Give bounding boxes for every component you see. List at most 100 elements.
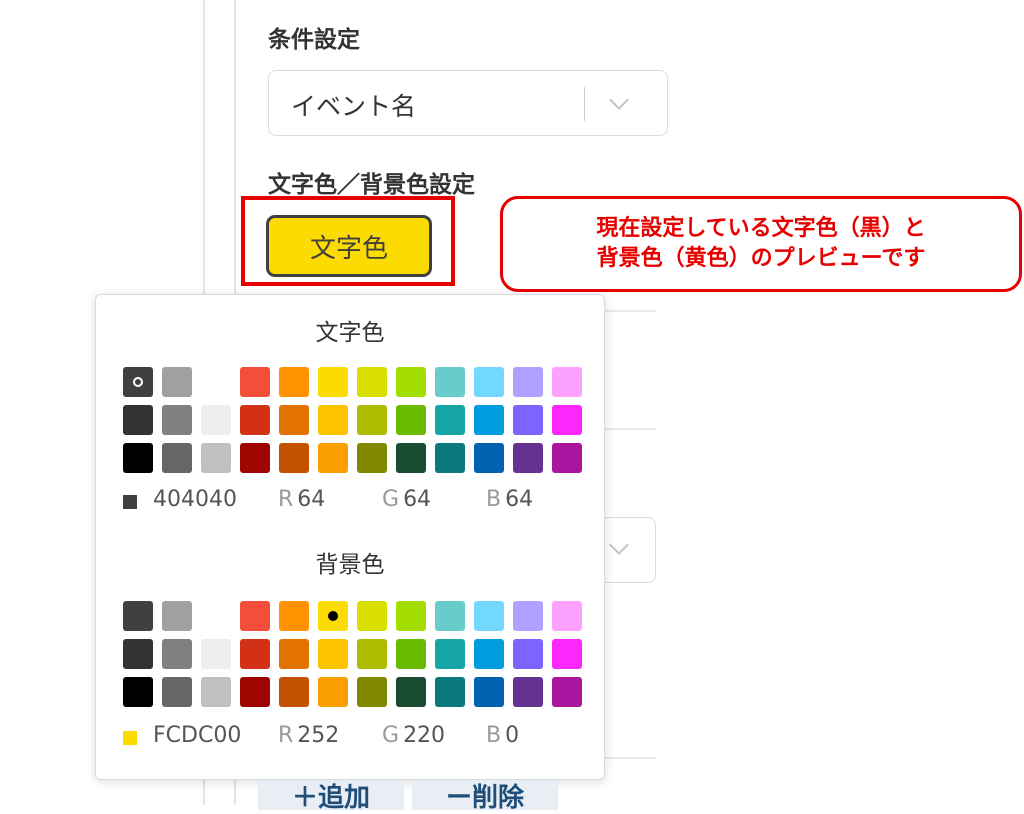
color-swatch[interactable]	[123, 367, 153, 397]
chevron-down-icon[interactable]	[609, 90, 629, 110]
color-swatch[interactable]	[435, 367, 465, 397]
color-swatch[interactable]	[162, 443, 192, 473]
color-swatch[interactable]	[201, 601, 231, 631]
color-swatch[interactable]	[435, 405, 465, 435]
color-swatch[interactable]	[357, 639, 387, 669]
color-swatch[interactable]	[240, 443, 270, 473]
color-swatch[interactable]	[318, 443, 348, 473]
color-swatch[interactable]	[162, 405, 192, 435]
text-color-b: B 64	[486, 487, 534, 512]
color-swatch[interactable]	[552, 405, 582, 435]
color-swatch[interactable]	[318, 601, 348, 631]
color-swatch[interactable]	[279, 639, 309, 669]
preview-label: 文字色	[309, 233, 388, 264]
color-swatch[interactable]	[123, 443, 153, 473]
color-swatch[interactable]	[318, 639, 348, 669]
color-swatch[interactable]	[240, 601, 270, 631]
color-swatch[interactable]	[474, 639, 504, 669]
color-swatch[interactable]	[318, 405, 348, 435]
background-color-chip	[123, 731, 137, 745]
color-swatch[interactable]	[513, 601, 543, 631]
color-swatch[interactable]	[357, 677, 387, 707]
color-swatch[interactable]	[357, 367, 387, 397]
event-select[interactable]: イベント名	[268, 70, 668, 136]
text-color-g: G 64	[382, 487, 432, 512]
color-swatch[interactable]	[240, 677, 270, 707]
remove-button[interactable]: ー削除	[412, 780, 558, 813]
color-swatch[interactable]	[201, 639, 231, 669]
color-swatch[interactable]	[201, 677, 231, 707]
color-swatch[interactable]	[357, 405, 387, 435]
color-swatch[interactable]	[474, 405, 504, 435]
color-setting-heading: 文字色／背景色設定	[268, 172, 475, 198]
color-swatch[interactable]	[435, 639, 465, 669]
color-swatch[interactable]	[357, 443, 387, 473]
color-swatch[interactable]	[123, 405, 153, 435]
color-swatch[interactable]	[357, 601, 387, 631]
background-color-hex: FCDC00	[153, 723, 242, 748]
color-swatch[interactable]	[513, 405, 543, 435]
text-color-preview-button[interactable]: 文字色	[266, 215, 432, 277]
color-swatch[interactable]	[240, 405, 270, 435]
color-swatch[interactable]	[279, 405, 309, 435]
event-select-value: イベント名	[291, 92, 417, 121]
color-swatch[interactable]	[162, 601, 192, 631]
color-swatch[interactable]	[123, 601, 153, 631]
row-divider	[600, 757, 656, 759]
condition-heading: 条件設定	[268, 27, 360, 53]
color-swatch[interactable]	[552, 601, 582, 631]
color-swatch[interactable]	[240, 367, 270, 397]
row-divider	[600, 428, 656, 430]
text-color-hex: 404040	[153, 487, 237, 512]
chevron-down-icon[interactable]	[609, 535, 629, 555]
color-swatch[interactable]	[162, 367, 192, 397]
callout-line-1: 現在設定している文字色（黒）と	[596, 216, 926, 241]
color-swatch[interactable]	[318, 677, 348, 707]
color-swatch[interactable]	[474, 367, 504, 397]
background-color-section-title: 背景色	[315, 552, 385, 578]
color-swatch[interactable]	[279, 677, 309, 707]
color-swatch[interactable]	[552, 367, 582, 397]
select-separator	[584, 87, 585, 121]
color-swatch[interactable]	[201, 367, 231, 397]
background-color-g: G 220	[382, 723, 446, 748]
color-swatch[interactable]	[318, 367, 348, 397]
background-color-b: B0	[486, 723, 520, 748]
color-swatch[interactable]	[474, 443, 504, 473]
color-swatch[interactable]	[201, 405, 231, 435]
text-color-section-title: 文字色	[315, 320, 385, 346]
color-swatch[interactable]	[396, 443, 426, 473]
add-button[interactable]: ＋追加	[258, 780, 404, 813]
color-swatch[interactable]	[123, 677, 153, 707]
color-swatch[interactable]	[474, 601, 504, 631]
color-swatch[interactable]	[552, 443, 582, 473]
color-swatch[interactable]	[279, 601, 309, 631]
background-color-r: R 252	[278, 723, 340, 748]
color-swatch[interactable]	[279, 443, 309, 473]
text-color-chip	[123, 495, 137, 509]
color-swatch[interactable]	[279, 367, 309, 397]
color-swatch[interactable]	[435, 601, 465, 631]
color-swatch[interactable]	[513, 443, 543, 473]
color-swatch[interactable]	[513, 367, 543, 397]
color-swatch[interactable]	[513, 639, 543, 669]
color-swatch[interactable]	[123, 639, 153, 669]
color-swatch[interactable]	[396, 677, 426, 707]
annotation-callout: 現在設定している文字色（黒）と 背景色（黄色）のプレビューです	[500, 196, 1022, 292]
color-swatch[interactable]	[435, 677, 465, 707]
color-swatch[interactable]	[435, 443, 465, 473]
color-swatch[interactable]	[552, 639, 582, 669]
color-swatch[interactable]	[162, 639, 192, 669]
color-swatch[interactable]	[162, 677, 192, 707]
color-swatch[interactable]	[396, 367, 426, 397]
callout-line-2: 背景色（黄色）のプレビューです	[596, 246, 926, 271]
color-swatch[interactable]	[513, 677, 543, 707]
color-swatch[interactable]	[396, 601, 426, 631]
color-swatch[interactable]	[396, 405, 426, 435]
row-divider	[600, 310, 656, 312]
color-swatch[interactable]	[552, 677, 582, 707]
color-swatch[interactable]	[240, 639, 270, 669]
color-swatch[interactable]	[396, 639, 426, 669]
color-swatch[interactable]	[201, 443, 231, 473]
color-swatch[interactable]	[474, 677, 504, 707]
